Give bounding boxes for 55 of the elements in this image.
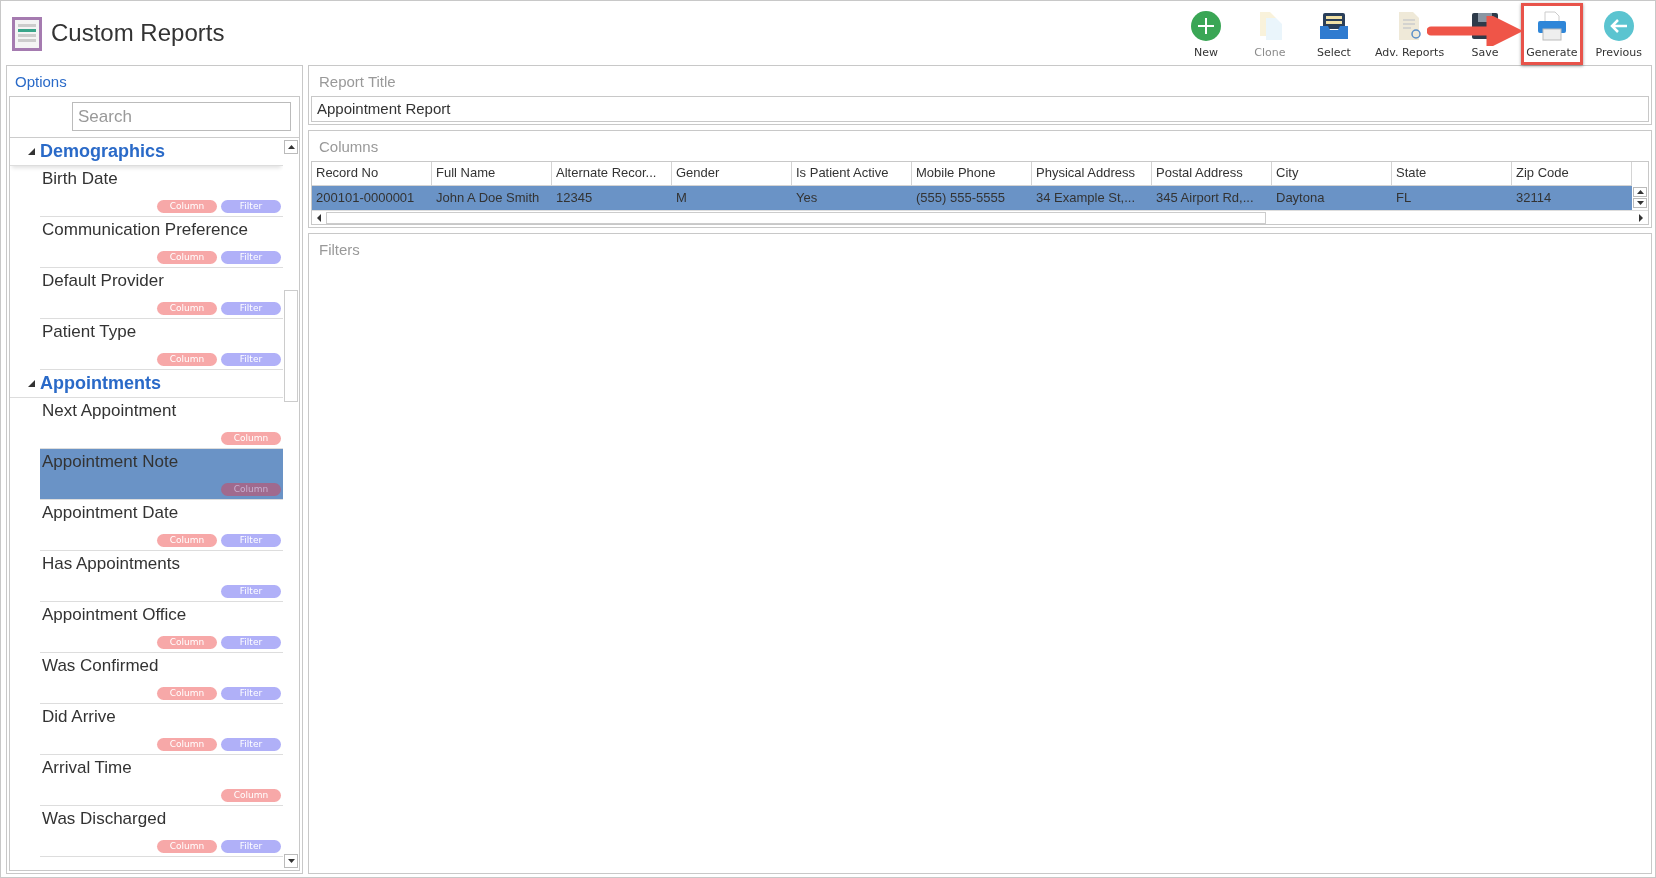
panel-title: Options: [14, 72, 68, 92]
section-title: Columns: [318, 137, 380, 157]
up-triangle-icon: [287, 145, 295, 149]
group-header[interactable]: Demographics: [40, 141, 166, 162]
option-label: Has Appointments: [42, 554, 180, 574]
table-cell-text: Daytona: [1275, 189, 1326, 207]
table-row[interactable]: 200101-0000001 John A Doe Smith 12345 M Yes (555) 555-5555 34 Example St,... 345 Airport Rd,... Daytona FL 32114: [312, 186, 1632, 210]
clipboard-list-icon: [11, 14, 43, 52]
report-title-field[interactable]: Appointment Report: [311, 96, 1649, 122]
table-cell-text: 345 Airport Rd,...: [1155, 189, 1255, 207]
option-label: Communication Preference: [42, 220, 248, 240]
drawer-icon: [1317, 10, 1350, 42]
scrollbar-thumb[interactable]: [284, 290, 298, 402]
group-header[interactable]: Appointments: [40, 373, 161, 394]
scrollbar-thumb[interactable]: [326, 211, 1266, 224]
table-cell-text: 32114: [1515, 189, 1553, 207]
toolbar-button[interactable]: New: [1177, 3, 1234, 65]
option-label: Patient Type: [42, 322, 137, 342]
scroll-down-button[interactable]: [1633, 198, 1647, 208]
down-triangle-icon: [1636, 201, 1644, 205]
toolbar-button[interactable]: Previous: [1590, 3, 1647, 65]
window-title: Custom Reports: [51, 19, 226, 47]
option-label: Arrival Time: [42, 758, 132, 778]
scroll-up-button[interactable]: [1633, 187, 1647, 197]
option-item[interactable]: Appointment Note Column: [40, 449, 283, 500]
printer-icon: [1535, 10, 1568, 42]
scroll-down-button[interactable]: [284, 854, 298, 868]
search-field[interactable]: Search: [72, 102, 291, 131]
toolbar-button[interactable]: Select: [1305, 3, 1362, 65]
option-label: Was Confirmed: [42, 656, 159, 676]
table-cell-text: 12345: [555, 189, 594, 207]
section-title: Report Title: [318, 72, 397, 92]
option-item[interactable]: Has Appointments Filter: [40, 551, 283, 602]
up-triangle-icon: [1636, 190, 1644, 194]
table-cell-text: (555) 555-5555: [915, 189, 1006, 207]
option-label: Appointment Note: [42, 452, 179, 472]
scroll-up-button[interactable]: [284, 140, 298, 154]
option-label: Was Discharged: [42, 809, 167, 829]
table-cell-text: M: [675, 189, 688, 207]
table-cell-text: Yes: [795, 189, 819, 207]
section-title: Filters: [318, 240, 361, 260]
table-cell-text: John A Doe Smith: [435, 189, 541, 207]
table-cell-text: 200101-0000001: [315, 189, 416, 207]
option-label: Birth Date: [42, 169, 118, 189]
option-item[interactable]: Arrival Time Column: [40, 755, 283, 806]
option-label: Next Appointment: [42, 401, 177, 421]
table-cell-text: FL: [1395, 189, 1413, 207]
option-label: Appointment Date: [42, 503, 179, 523]
table-cell-text: 34 Example St,...: [1035, 189, 1136, 207]
toolbar-button[interactable]: Generate: [1521, 3, 1583, 65]
plus-icon: [1189, 10, 1222, 42]
down-triangle-icon: [287, 859, 295, 863]
option-label: Did Arrive: [42, 707, 116, 727]
option-label: Appointment Office: [42, 605, 187, 625]
option-label: Default Provider: [42, 271, 164, 291]
